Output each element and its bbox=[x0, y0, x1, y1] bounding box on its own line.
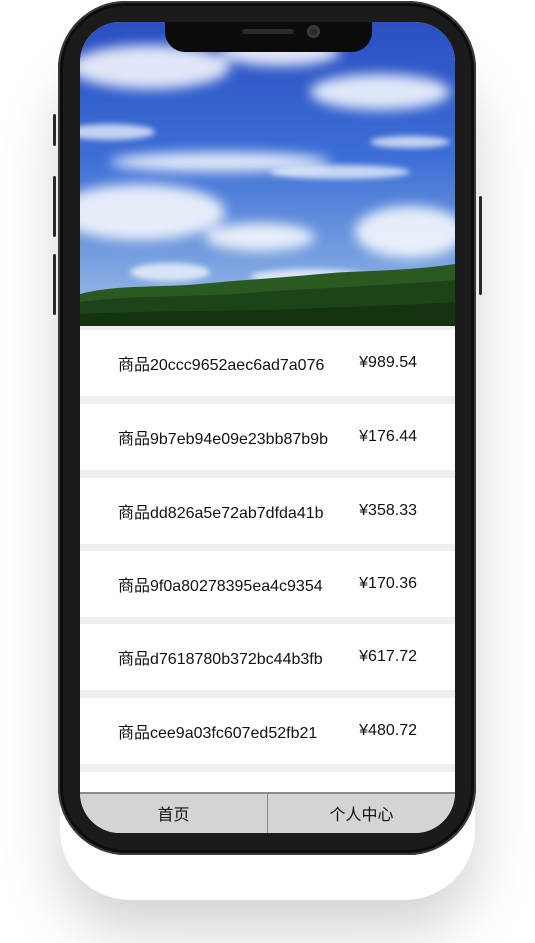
phone-screen: 商品20ccc9652aec6ad7a076 ¥989.54 商品9b7eb94… bbox=[80, 22, 455, 833]
product-price: ¥989.54 bbox=[359, 354, 417, 371]
tab-home-label: 首页 bbox=[157, 806, 190, 824]
power-button bbox=[479, 196, 482, 295]
sky-landscape-image bbox=[80, 22, 455, 326]
product-name: 商品d7618780b372bc44b3fb bbox=[118, 651, 323, 668]
product-name: 商品cee9a03fc607ed52fb21 bbox=[118, 725, 318, 742]
product-price: ¥176.44 bbox=[359, 428, 417, 445]
bottom-tab-bar: 首页 个人中心 bbox=[80, 792, 455, 833]
product-price: ¥617.72 bbox=[359, 648, 417, 665]
product-item[interactable]: 商品d7618780b372bc44b3fb ¥617.72 bbox=[80, 624, 455, 690]
product-item[interactable]: 商品9b7eb94e09e23bb87b9b ¥176.44 bbox=[80, 404, 455, 470]
product-item[interactable]: 商品dd826a5e72ab7dfda41b ¥358.33 bbox=[80, 478, 455, 544]
product-item[interactable]: 商品cee9a03fc607ed52fb21 ¥480.72 bbox=[80, 698, 455, 764]
banner-image bbox=[80, 22, 455, 326]
volume-down-button bbox=[53, 254, 56, 315]
product-item-partial[interactable] bbox=[80, 772, 455, 793]
tab-profile[interactable]: 个人中心 bbox=[267, 794, 455, 833]
phone-notch bbox=[165, 22, 372, 52]
speaker-grille bbox=[242, 29, 294, 34]
product-item[interactable]: 商品9f0a80278395ea4c9354 ¥170.36 bbox=[80, 551, 455, 617]
product-name: 商品9f0a80278395ea4c9354 bbox=[118, 578, 323, 595]
product-price: ¥480.72 bbox=[359, 722, 417, 739]
product-item[interactable]: 商品20ccc9652aec6ad7a076 ¥989.54 bbox=[80, 330, 455, 396]
product-list: 商品20ccc9652aec6ad7a076 ¥989.54 商品9b7eb94… bbox=[80, 326, 455, 793]
product-price: ¥358.33 bbox=[359, 502, 417, 519]
volume-up-button bbox=[53, 176, 56, 237]
product-name: 商品9b7eb94e09e23bb87b9b bbox=[118, 431, 328, 448]
product-name: 商品20ccc9652aec6ad7a076 bbox=[118, 357, 325, 374]
product-price: ¥170.36 bbox=[359, 575, 417, 592]
product-name: 商品dd826a5e72ab7dfda41b bbox=[118, 505, 324, 522]
tab-home[interactable]: 首页 bbox=[80, 794, 267, 833]
front-camera bbox=[307, 25, 320, 38]
mute-switch bbox=[53, 114, 56, 146]
tab-profile-label: 个人中心 bbox=[329, 806, 394, 824]
